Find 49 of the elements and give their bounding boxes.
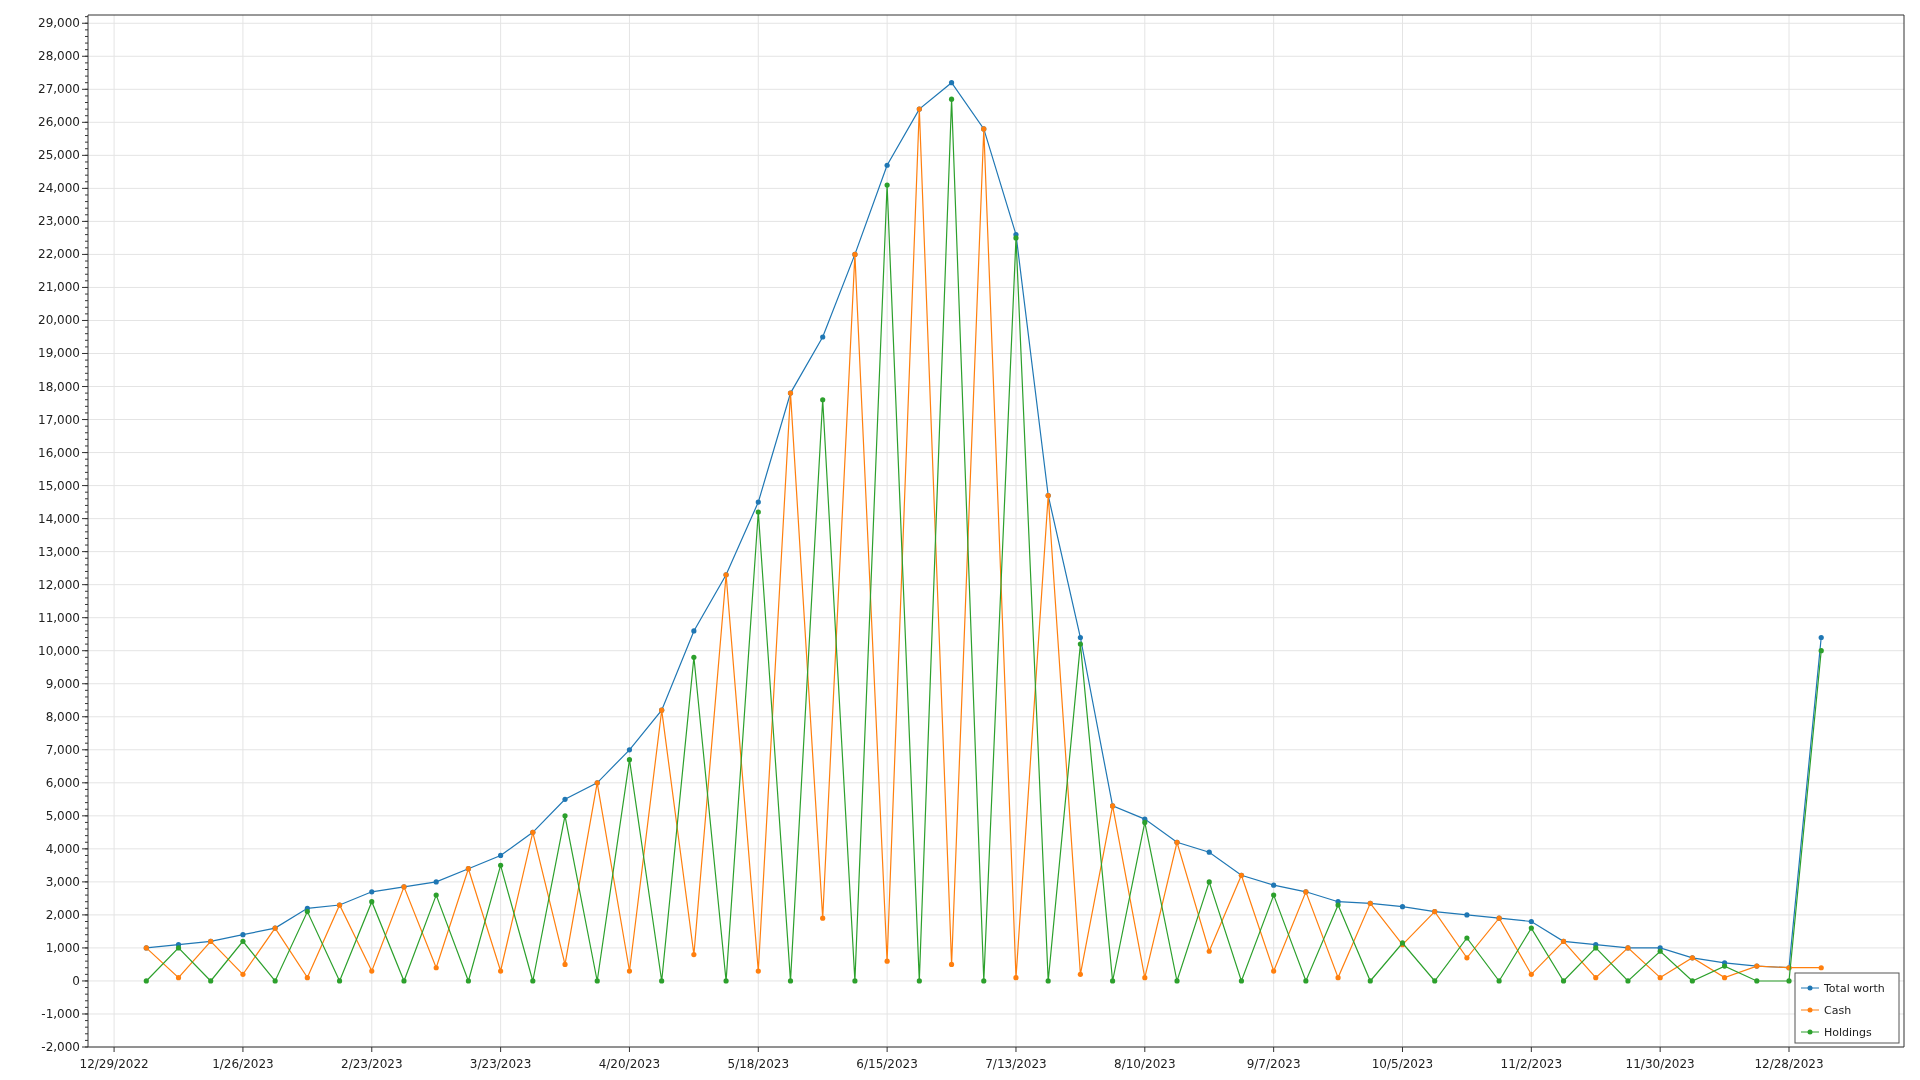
y-tick-label: -2,000 [41, 1040, 80, 1054]
y-tick-label: 8,000 [45, 709, 80, 724]
x-tick-label: 1/26/2023 [212, 1057, 274, 1071]
y-tick-label: 20,000 [38, 313, 80, 328]
y-tick-label: 16,000 [38, 445, 80, 460]
y-tick-label: 3,000 [45, 874, 80, 889]
y-tick-label: 27,000 [38, 82, 80, 97]
y-tick-label: 10,000 [38, 643, 80, 658]
y-tick-label: 22,000 [38, 247, 80, 262]
y-tick-label: 2,000 [45, 907, 80, 922]
y-tick-label: 15,000 [38, 478, 80, 493]
y-tick-label: 18,000 [38, 379, 80, 394]
y-tick-label: 5,000 [45, 808, 80, 823]
y-tick-label: -1,000 [41, 1007, 80, 1021]
x-tick-label: 2/23/2023 [341, 1057, 403, 1071]
y-tick-label: 24,000 [38, 181, 80, 196]
y-tick-label: 1,000 [45, 940, 80, 955]
y-tick-label: 12,000 [38, 577, 80, 592]
y-tick-label: 4,000 [45, 841, 80, 856]
x-tick-label: 3/23/2023 [469, 1057, 532, 1071]
y-tick-label: 6,000 [45, 775, 80, 790]
legend-label: Holdings [1824, 1026, 1872, 1039]
y-tick-label: 7,000 [45, 742, 80, 757]
y-tick-label: 11,000 [38, 610, 80, 625]
y-tick-label: 0 [72, 973, 80, 988]
y-tick-label: 21,000 [38, 280, 80, 295]
x-tick-label: 7/13/2023 [985, 1057, 1047, 1071]
x-tick-label: 10/5/2023 [1371, 1057, 1434, 1071]
y-tick-label: 14,000 [38, 511, 80, 526]
x-tick-label: 9/7/2023 [1246, 1057, 1301, 1071]
y-tick-label: 25,000 [38, 148, 80, 163]
legend-label: Cash [1824, 1004, 1852, 1017]
x-tick-label: 11/2/2023 [1500, 1057, 1563, 1071]
legend-label: Total worth [1824, 982, 1885, 995]
x-tick-label: 11/30/2023 [1625, 1057, 1695, 1071]
x-tick-label: 12/28/2023 [1754, 1057, 1824, 1071]
x-tick-label: 8/10/2023 [1114, 1057, 1176, 1071]
y-tick-label: 17,000 [38, 412, 80, 427]
x-tick-label: 6/15/2023 [856, 1057, 918, 1071]
y-tick-label: 19,000 [38, 346, 80, 361]
y-tick-label: 28,000 [38, 49, 80, 64]
y-tick-label: 9,000 [45, 676, 80, 691]
y-tick-label: 13,000 [38, 544, 80, 559]
x-tick-label: 12/29/2022 [79, 1057, 149, 1071]
x-tick-label: 5/18/2023 [727, 1057, 790, 1071]
y-tick-label: 23,000 [38, 214, 80, 229]
y-tick-label: 29,000 [38, 16, 80, 31]
x-tick-label: 4/20/2023 [598, 1057, 661, 1071]
y-tick-label: 26,000 [38, 115, 80, 130]
